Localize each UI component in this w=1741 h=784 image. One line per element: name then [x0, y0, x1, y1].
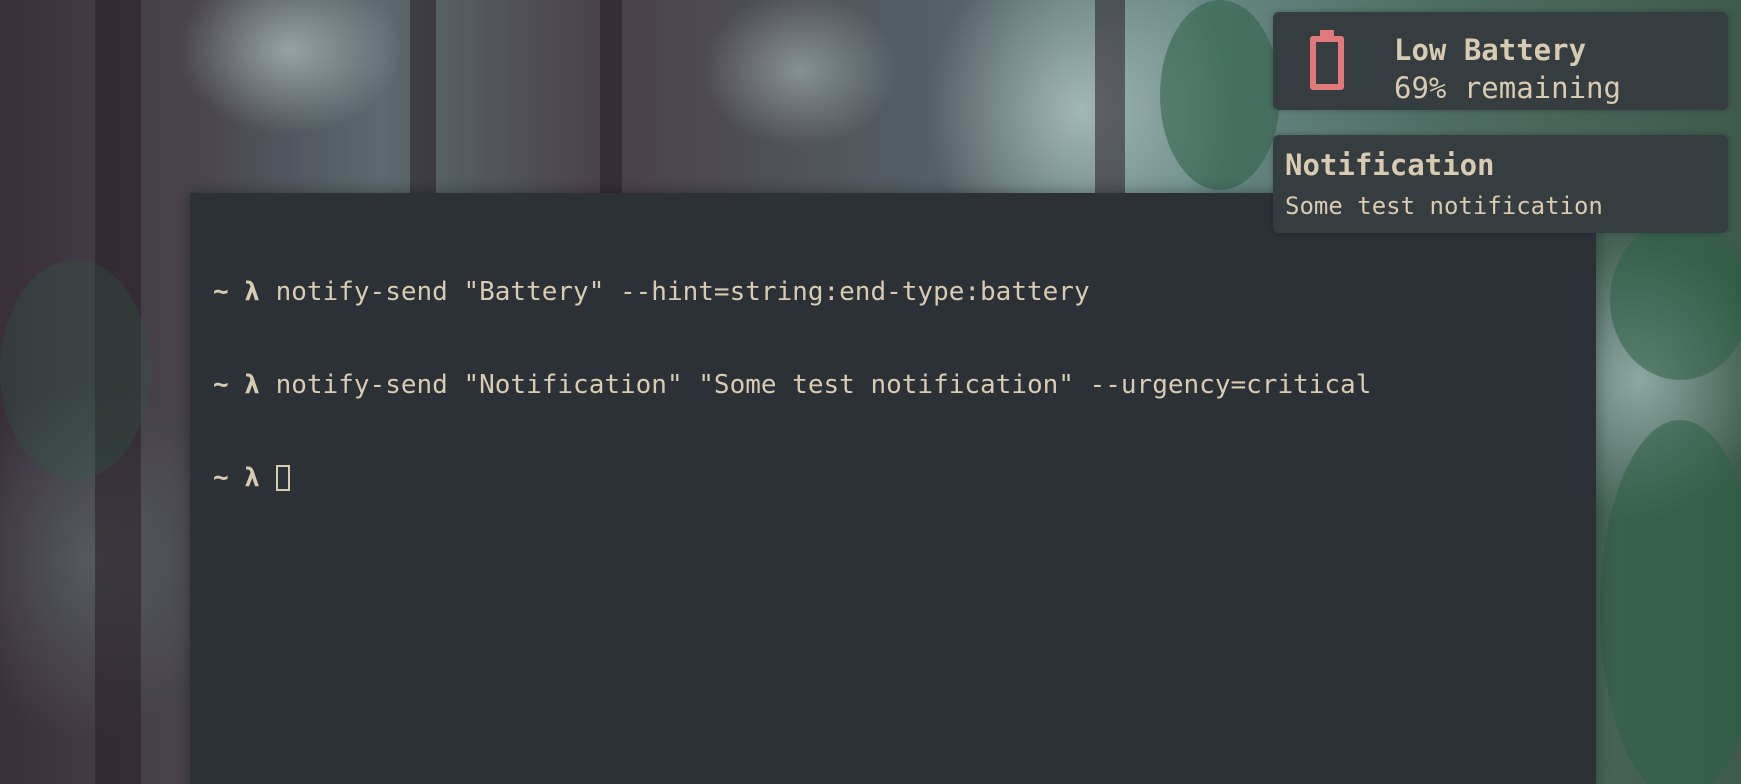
notification-title: Low Battery [1394, 33, 1587, 67]
notification-title: Notification [1285, 148, 1495, 182]
terminal-line: ~ λ notify-send "Notification" "Some tes… [213, 370, 1371, 401]
terminal-output: ~ λ notify-send "Battery" --hint=string:… [213, 215, 1371, 556]
terminal-window[interactable]: ~ λ notify-send "Battery" --hint=string:… [190, 193, 1596, 784]
foliage [1160, 0, 1280, 190]
notification-body: Some test notification [1285, 192, 1603, 220]
command-text: notify-send "Notification" "Some test no… [275, 370, 1372, 400]
command-text: notify-send "Battery" --hint=string:end-… [275, 277, 1090, 307]
shell-prompt: ~ λ [213, 277, 260, 307]
tree-trunk [600, 0, 622, 200]
text-cursor [275, 465, 290, 491]
battery-icon [1310, 30, 1344, 90]
test-notification[interactable]: Notification Some test notification [1273, 135, 1728, 233]
terminal-line: ~ λ notify-send "Battery" --hint=string:… [213, 277, 1371, 308]
foliage [1610, 220, 1741, 380]
foliage [1600, 420, 1741, 784]
terminal-line: ~ λ [213, 463, 1371, 494]
notification-body: 69% remaining [1394, 71, 1621, 105]
foliage [0, 260, 150, 480]
shell-prompt: ~ λ [213, 370, 260, 400]
battery-notification[interactable]: Low Battery 69% remaining [1273, 12, 1728, 110]
tree-trunk [1095, 0, 1125, 200]
shell-prompt: ~ λ [213, 463, 260, 493]
